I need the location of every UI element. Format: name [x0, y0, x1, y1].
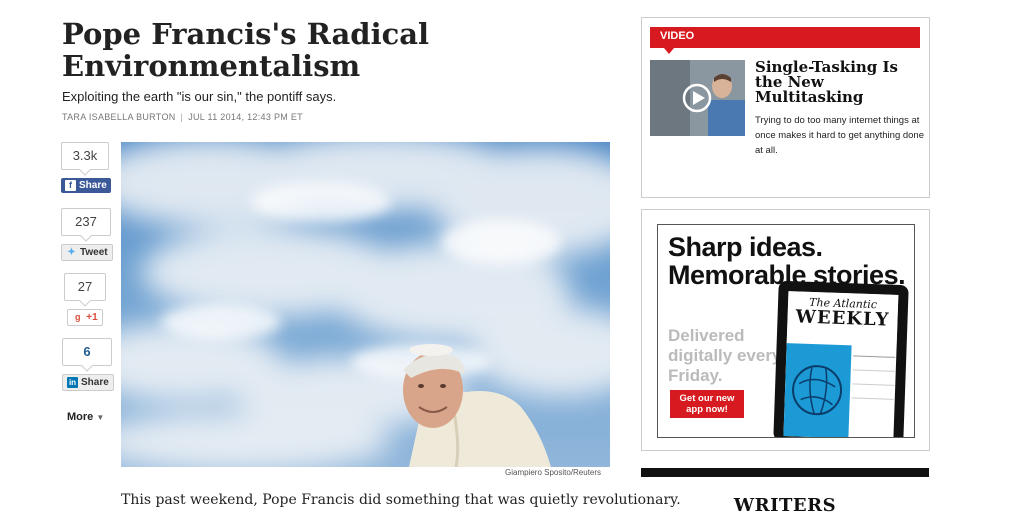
more-label: More: [67, 411, 94, 423]
magazine-contents-column: [851, 349, 896, 412]
video-description: Trying to do too many internet things at…: [755, 115, 925, 156]
google-plus-count: 27: [64, 273, 106, 301]
facebook-share-count: 3.3k: [61, 142, 109, 170]
video-thumbnail-illustration: [650, 60, 745, 136]
facebook-share-label: Share: [79, 180, 107, 191]
google-plus-icon: g: [75, 312, 81, 322]
video-header-bar: VIDEO: [650, 27, 920, 54]
article-body-first-line: This past weekend, Pope Francis did some…: [121, 492, 681, 508]
linkedin-icon: in: [67, 377, 78, 388]
video-thumbnail[interactable]: [650, 60, 745, 136]
google-plus-label: +1: [86, 312, 98, 323]
byline-separator: |: [180, 112, 184, 122]
twitter-share: 237 ✦ Tweet: [61, 208, 113, 261]
more-share-options[interactable]: More ▼: [67, 411, 104, 423]
byline: TARA ISABELLA BURTON | JUL 11 2014, 12:43 …: [62, 112, 303, 122]
writers-heading: WRITERS: [733, 495, 837, 516]
magazine-name: WEEKLY: [795, 306, 890, 331]
linkedin-share-label: Share: [81, 377, 109, 388]
tweet-label: Tweet: [80, 247, 108, 258]
ad-module[interactable]: Sharp ideas. Memorable stories. Delivere…: [641, 209, 930, 451]
hero-photo: [121, 142, 610, 467]
ad-cta-button[interactable]: Get our new app now!: [670, 390, 744, 418]
linkedin-share: 6 in Share: [62, 338, 114, 391]
facebook-share-button[interactable]: f Share: [61, 178, 111, 193]
atlantic-weekly-ad[interactable]: Sharp ideas. Memorable stories. Delivere…: [657, 224, 915, 438]
video-title[interactable]: Single-Tasking Is the New Multitasking: [755, 60, 925, 105]
facebook-icon: f: [65, 180, 76, 191]
tablet-screen: The Atlantic WEEKLY: [783, 291, 899, 437]
twitter-bird-icon: ✦: [67, 247, 76, 258]
author-link[interactable]: TARA ISABELLA BURTON: [62, 112, 176, 122]
magazine-cover-art: [783, 343, 852, 437]
google-plus-share: 27 g +1: [64, 273, 106, 326]
tweet-button[interactable]: ✦ Tweet: [61, 244, 113, 261]
video-label-pointer: [664, 48, 674, 54]
writers-divider: [641, 468, 929, 477]
video-label: VIDEO: [660, 30, 695, 42]
cover-globe-illustration: [792, 365, 843, 416]
linkedin-share-button[interactable]: in Share: [62, 374, 114, 391]
pope-photo-illustration: [121, 142, 610, 467]
facebook-share: 3.3k f Share: [61, 142, 111, 193]
magazine-masthead: The Atlantic WEEKLY: [786, 291, 899, 347]
article-title: Pope Francis's Radical Environmentalism: [62, 17, 430, 83]
ad-subline: Delivered digitally every Friday.: [668, 326, 782, 385]
article-dek: Exploiting the earth "is our sin," the p…: [62, 89, 337, 104]
google-plus-button[interactable]: g +1: [67, 309, 103, 326]
twitter-share-count: 237: [61, 208, 111, 236]
tablet-illustration: The Atlantic WEEKLY: [773, 280, 909, 437]
linkedin-share-count: 6: [62, 338, 112, 366]
photo-credit: Giampiero Sposito/Reuters: [505, 468, 602, 477]
publish-date: JUL 11 2014, 12:43 PM ET: [188, 112, 303, 122]
caret-down-icon: ▼: [96, 413, 105, 422]
video-module[interactable]: VIDEO Single-Tasking Is the New Multitas…: [641, 17, 930, 198]
